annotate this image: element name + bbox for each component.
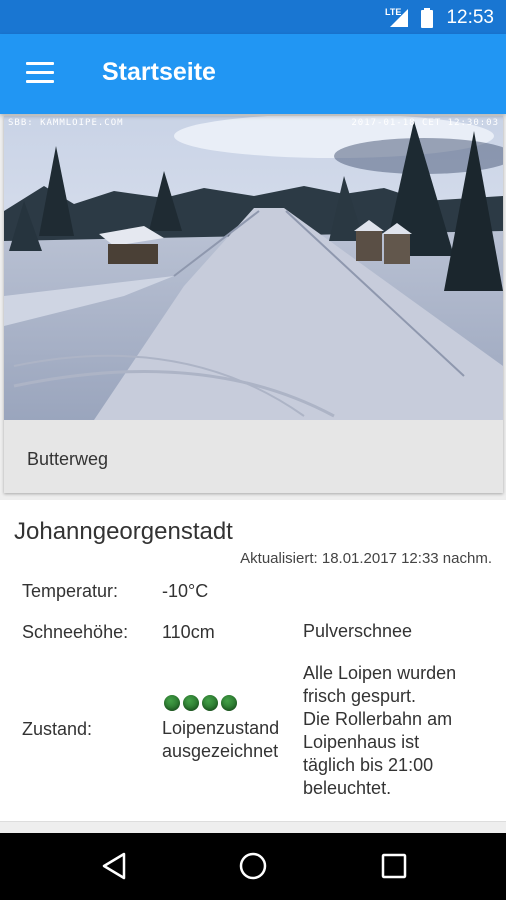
state-label: Zustand: [22,719,93,739]
signal-icon [390,9,408,27]
trail-notes-line: täglich bis 21:00 [303,755,434,775]
navigation-bar [0,833,506,900]
location-name: Johanngeorgenstadt [14,518,233,545]
home-circle-icon[interactable] [238,851,268,881]
back-triangle-icon[interactable] [100,851,128,881]
trail-condition: Loipenzustand ausgezeichnet [162,717,279,763]
trail-notes-line: beleuchtet. [303,778,392,798]
webcam-caption: Butterweg [27,449,109,469]
snow-type: Pulverschnee [303,621,413,641]
clock: 12:53 [446,7,494,28]
page-title: Startseite [102,58,216,86]
trail-notes: Alle Loipen wurden frisch gespurt. Die R… [303,662,456,800]
updated-timestamp: Aktualisiert: 18.01.2017 12:33 nachm. [240,550,492,567]
temperature-label: Temperatur: [22,581,119,601]
rating-dot-icon [202,695,218,711]
webcam-source-label: SBB: KAMMLOIPE.COM [8,118,124,128]
webcam-caption-bar: Butterweg [4,420,503,493]
rating-dot-icon [183,695,199,711]
status-bar: LTE 12:53 [0,0,506,34]
temperature-value: -10°C [162,581,209,601]
trail-notes-line: Loipenhaus ist [303,732,420,752]
trail-condition-line: ausgezeichnet [162,741,279,761]
trail-notes-line: frisch gespurt. [303,686,417,706]
webcam-timestamp: 2017-01-18 CET 12:30:03 [351,118,499,128]
webcam-card[interactable]: SBB: KAMMLOIPE.COM 2017-01-18 CET 12:30:… [4,116,503,493]
webcam-image[interactable]: SBB: KAMMLOIPE.COM 2017-01-18 CET 12:30:… [4,116,503,420]
snow-depth-value: 110cm [162,622,215,642]
conditions-card: Johanngeorgenstadt Aktualisiert: 18.01.2… [0,500,506,822]
hamburger-menu-icon[interactable] [26,62,54,84]
app-bar: Startseite [0,34,506,114]
trail-rating-dots [164,695,240,716]
snow-depth-label: Schneehöhe: [22,622,129,642]
trail-notes-line: Alle Loipen wurden [303,663,457,683]
trail-condition-line: Loipenzustand [162,718,280,738]
rating-dot-icon [221,695,237,711]
rating-dot-icon [164,695,180,711]
recents-square-icon[interactable] [381,851,407,881]
battery-icon [421,8,433,28]
trail-notes-line: Die Rollerbahn am [303,709,453,729]
